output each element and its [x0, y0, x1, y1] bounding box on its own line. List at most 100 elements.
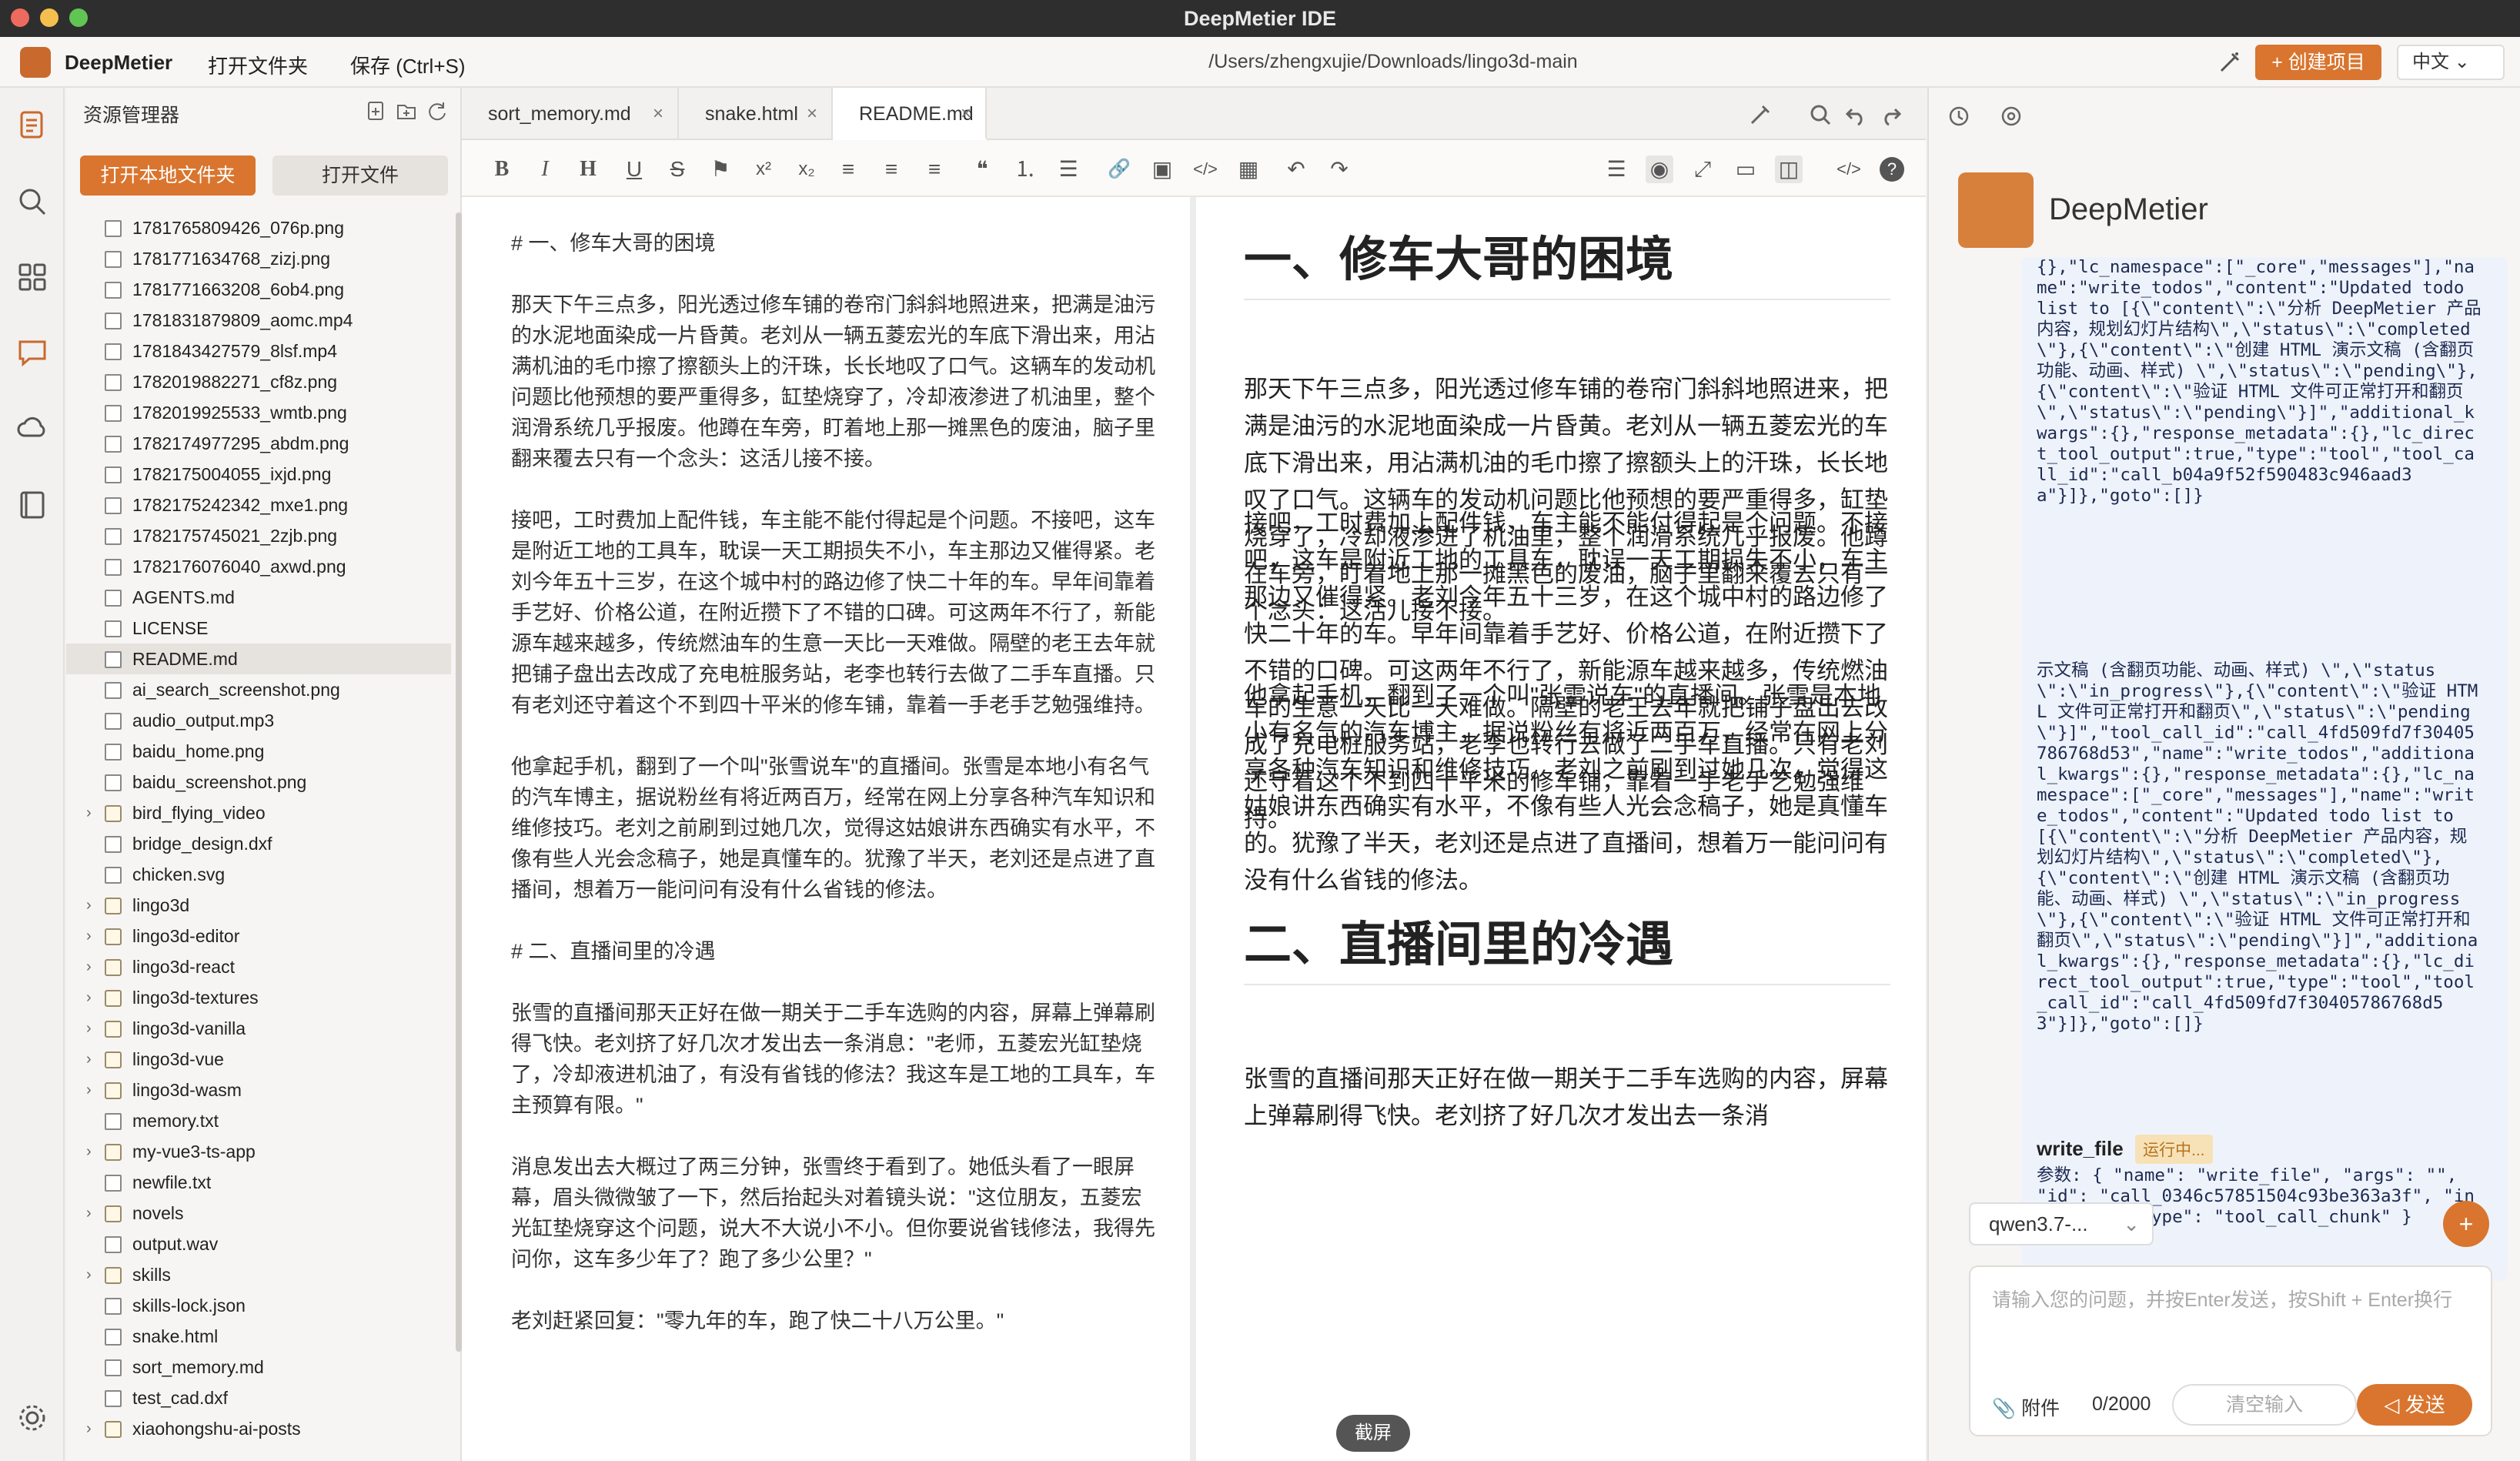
link-button[interactable]: 🔗 [1105, 155, 1133, 183]
file-item[interactable]: memory.txt [66, 1105, 451, 1136]
italic-button[interactable]: I [531, 155, 559, 183]
notes-icon[interactable] [15, 488, 49, 522]
new-chat-button[interactable]: + [2443, 1201, 2489, 1247]
chevron-right-icon[interactable]: › [86, 1044, 92, 1075]
file-item[interactable]: sort_memory.md [66, 1352, 451, 1382]
file-item[interactable]: 1782175242342_mxe1.png [66, 490, 451, 520]
file-item[interactable]: 1782019882271_cf8z.png [66, 366, 451, 397]
chevron-right-icon[interactable]: › [86, 921, 92, 951]
file-item[interactable]: snake.html [66, 1321, 451, 1352]
tab-readme[interactable]: README.md × [833, 88, 987, 140]
file-item[interactable]: 1782175004055_ixjd.png [66, 459, 451, 490]
chevron-right-icon[interactable]: › [86, 951, 92, 982]
file-item[interactable]: 1781843427579_8lsf.mp4 [66, 336, 451, 366]
chat-input-placeholder[interactable]: 请输入您的问题，并按Enter发送，按Shift + Enter换行 [1992, 1287, 2454, 1313]
settings-gear-icon[interactable] [15, 1401, 49, 1435]
bookmark-button[interactable]: ⚑ [707, 155, 734, 183]
superscript-button[interactable]: x² [750, 155, 777, 183]
markdown-source-pane[interactable]: # 一、修车大哥的困境 那天下午三点多，阳光透过修车铺的卷帘门斜斜地照进来，把满… [462, 197, 1190, 1461]
clear-input-button[interactable]: 清空输入 [2172, 1384, 2357, 1426]
help-button[interactable]: ? [1880, 157, 1904, 182]
chevron-right-icon[interactable]: › [86, 1136, 92, 1167]
close-tab-icon[interactable]: × [807, 88, 817, 140]
folder-item[interactable]: › novels [66, 1198, 451, 1229]
find-icon[interactable] [1809, 103, 1832, 126]
file-item[interactable]: 1782019925533_wmtb.png [66, 397, 451, 428]
chevron-right-icon[interactable]: › [86, 982, 92, 1013]
file-item[interactable]: chicken.svg [66, 859, 451, 890]
screenshot-button[interactable]: 截屏 [1336, 1415, 1410, 1452]
folder-item[interactable]: › lingo3d-vanilla [66, 1013, 451, 1044]
heading-button[interactable]: H [574, 155, 602, 183]
edit-mode-button[interactable]: ▭ [1732, 155, 1760, 183]
folder-item[interactable]: › my-vue3-ts-app [66, 1136, 451, 1167]
table-button[interactable]: ▦ [1235, 155, 1262, 183]
file-item[interactable]: 1782174977295_abdm.png [66, 428, 451, 459]
chevron-right-icon[interactable]: › [86, 1198, 92, 1229]
open-file-button[interactable]: 打开文件 [272, 155, 448, 196]
file-item[interactable]: newfile.txt [66, 1167, 451, 1198]
file-item[interactable]: bridge_design.dxf [66, 828, 451, 859]
folder-item[interactable]: › lingo3d-textures [66, 982, 451, 1013]
close-tab-icon[interactable]: × [653, 88, 663, 140]
refresh-icon[interactable] [426, 100, 448, 122]
bold-button[interactable]: B [488, 155, 516, 183]
file-item[interactable]: 1781831879809_aomc.mp4 [66, 305, 451, 336]
underline-button[interactable]: U [620, 155, 648, 183]
chevron-right-icon[interactable]: › [86, 1075, 92, 1105]
file-item[interactable]: 1782176076040_axwd.png [66, 551, 451, 582]
subscript-button[interactable]: x₂ [793, 155, 821, 183]
history-clock-icon[interactable] [1947, 105, 1970, 128]
chat-input-box[interactable]: 请输入您的问题，并按Enter发送，按Shift + Enter换行 📎 附件 … [1969, 1265, 2492, 1436]
file-item[interactable]: README.md [66, 644, 451, 674]
new-folder-icon[interactable] [396, 100, 417, 122]
search-icon[interactable] [15, 185, 49, 219]
format-wand-icon[interactable] [1749, 103, 1772, 126]
chevron-right-icon[interactable]: › [86, 1413, 92, 1444]
file-item[interactable]: skills-lock.json [66, 1290, 451, 1321]
ordered-list-button[interactable]: ⒈ [1011, 155, 1039, 183]
chevron-right-icon[interactable]: › [86, 1013, 92, 1044]
file-item[interactable]: AGENTS.md [66, 582, 451, 613]
send-button[interactable]: ◁ 发送 [2357, 1384, 2472, 1426]
strikethrough-button[interactable]: S [663, 155, 691, 183]
undo-icon[interactable] [1844, 103, 1867, 126]
folder-item[interactable]: › lingo3d-wasm [66, 1075, 451, 1105]
file-item[interactable]: 1782175745021_2zjb.png [66, 520, 451, 551]
file-item[interactable]: LICENSE [66, 613, 451, 644]
align-left-button[interactable]: ≡ [834, 155, 862, 183]
outline-button[interactable]: ☰ [1603, 155, 1630, 183]
quote-button[interactable]: ❝ [968, 155, 996, 183]
folder-item[interactable]: › xiaohongshu-ai-posts [66, 1413, 451, 1444]
chevron-right-icon[interactable]: › [86, 1259, 92, 1290]
chevron-right-icon[interactable]: › [86, 890, 92, 921]
file-item[interactable]: baidu_screenshot.png [66, 767, 451, 797]
magic-wand-icon[interactable] [2218, 51, 2241, 74]
language-select[interactable]: 中文 ⌄ [2397, 45, 2505, 80]
toolbar-undo-button[interactable]: ↶ [1282, 155, 1310, 183]
explorer-icon[interactable] [15, 108, 49, 142]
preview-toggle-button[interactable]: ◉ [1646, 155, 1673, 183]
code-button[interactable]: </> [1191, 155, 1219, 183]
file-item[interactable]: output.wav [66, 1229, 451, 1259]
folder-item[interactable]: › bird_flying_video [66, 797, 451, 828]
close-tab-icon[interactable]: × [961, 88, 971, 140]
extensions-icon[interactable] [15, 260, 49, 294]
align-center-button[interactable]: ≡ [877, 155, 905, 183]
folder-item[interactable]: › lingo3d-editor [66, 921, 451, 951]
folder-item[interactable]: › lingo3d-vue [66, 1044, 451, 1075]
toolbar-redo-button[interactable]: ↷ [1325, 155, 1353, 183]
file-item[interactable]: 1781771663208_6ob4.png [66, 274, 451, 305]
fullscreen-button[interactable]: ⤢ [1689, 155, 1716, 183]
attach-button[interactable]: 📎 附件 [1992, 1393, 2060, 1421]
folder-item[interactable]: › lingo3d-react [66, 951, 451, 982]
file-item[interactable]: ai_search_screenshot.png [66, 674, 451, 705]
cloud-icon[interactable] [15, 411, 49, 445]
redo-icon[interactable] [1880, 103, 1903, 126]
source-view-button[interactable]: </> [1835, 155, 1863, 183]
tab-sort-memory[interactable]: sort_memory.md × [462, 88, 679, 140]
file-item[interactable]: audio_output.mp3 [66, 705, 451, 736]
agent-settings-icon[interactable] [2000, 105, 2023, 128]
file-item[interactable]: 1781771634768_zizj.png [66, 243, 451, 274]
folder-item[interactable]: › skills [66, 1259, 451, 1290]
